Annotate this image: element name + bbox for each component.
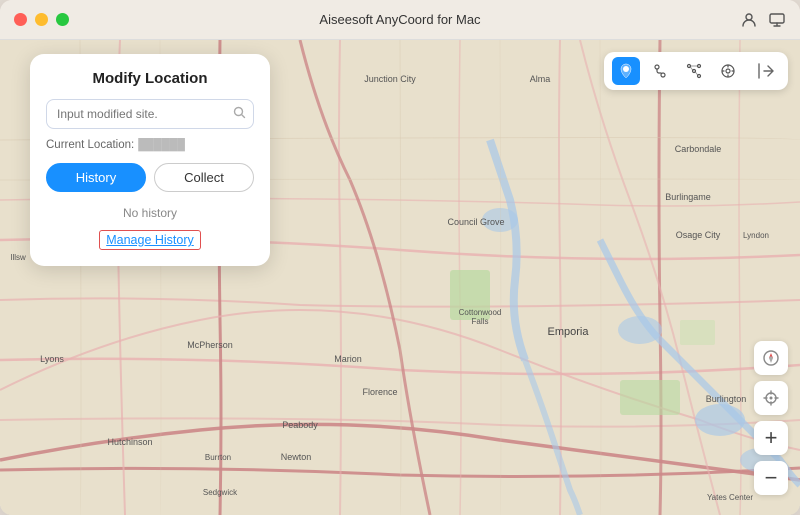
svg-text:Burrton: Burrton [205, 453, 231, 462]
crosshair-button[interactable] [754, 381, 788, 415]
compass-button[interactable] [754, 341, 788, 375]
exit-icon[interactable] [752, 57, 780, 85]
svg-text:Junction City: Junction City [364, 74, 416, 84]
svg-text:Council Grove: Council Grove [447, 217, 504, 227]
svg-text:Florence: Florence [362, 387, 397, 397]
maximize-button[interactable] [56, 13, 69, 26]
monitor-icon[interactable] [768, 11, 786, 29]
svg-text:Lyons: Lyons [40, 354, 64, 364]
tab-collect-button[interactable]: Collect [154, 163, 254, 192]
no-history-text: No history [46, 206, 254, 220]
svg-text:Emporia: Emporia [548, 326, 590, 338]
modify-location-panel: Modify Location Current Location: ██████… [30, 54, 270, 266]
map-toolbar [604, 52, 788, 90]
app-window: Aiseesoft AnyCoord for Mac [0, 0, 800, 515]
manage-history-link[interactable]: Manage History [99, 230, 201, 250]
svg-text:Carbondale: Carbondale [675, 144, 722, 154]
joystick-tool-button[interactable] [714, 57, 742, 85]
svg-text:Burlingame: Burlingame [665, 192, 711, 202]
search-input[interactable] [46, 99, 254, 129]
svg-text:Illsw: Illsw [10, 253, 26, 262]
search-wrapper [46, 99, 254, 129]
titlebar-right-icons [740, 11, 786, 29]
current-location-label: Current Location: [46, 139, 134, 151]
search-icon [233, 106, 246, 122]
svg-text:Cottonwood: Cottonwood [459, 308, 502, 317]
current-location-value: ██████ [138, 139, 185, 151]
svg-text:Newton: Newton [281, 452, 312, 462]
manage-history-wrapper: Manage History [46, 230, 254, 250]
map-controls-right: + − [754, 341, 788, 495]
svg-text:Lyndon: Lyndon [743, 231, 769, 240]
close-button[interactable] [14, 13, 27, 26]
tab-history-button[interactable]: History [46, 163, 146, 192]
svg-text:McPherson: McPherson [187, 340, 233, 350]
zoom-out-icon: − [765, 465, 778, 491]
main-content: Junction City Alma Abilene Carbondale Bu… [0, 40, 800, 515]
svg-text:Alma: Alma [530, 74, 551, 84]
svg-text:Marion: Marion [334, 354, 362, 364]
svg-text:Osage City: Osage City [676, 230, 721, 240]
route-tool-button[interactable] [646, 57, 674, 85]
window-title: Aiseesoft AnyCoord for Mac [319, 12, 480, 27]
tab-row: History Collect [46, 163, 254, 192]
svg-text:Hutchinson: Hutchinson [107, 437, 152, 447]
svg-text:Falls: Falls [472, 317, 489, 326]
svg-text:Yates Center: Yates Center [707, 493, 753, 502]
zoom-out-button[interactable]: − [754, 461, 788, 495]
titlebar: Aiseesoft AnyCoord for Mac [0, 0, 800, 40]
user-icon[interactable] [740, 11, 758, 29]
minimize-button[interactable] [35, 13, 48, 26]
zoom-in-button[interactable]: + [754, 421, 788, 455]
panel-title: Modify Location [46, 70, 254, 87]
location-pin-tool-button[interactable] [612, 57, 640, 85]
svg-text:Burlington: Burlington [706, 394, 747, 404]
window-controls [14, 13, 69, 26]
multi-route-tool-button[interactable] [680, 57, 708, 85]
current-location: Current Location: ██████ [46, 139, 254, 151]
svg-text:Sedgwick: Sedgwick [203, 488, 238, 497]
zoom-in-icon: + [765, 425, 778, 451]
svg-text:Peabody: Peabody [282, 420, 318, 430]
